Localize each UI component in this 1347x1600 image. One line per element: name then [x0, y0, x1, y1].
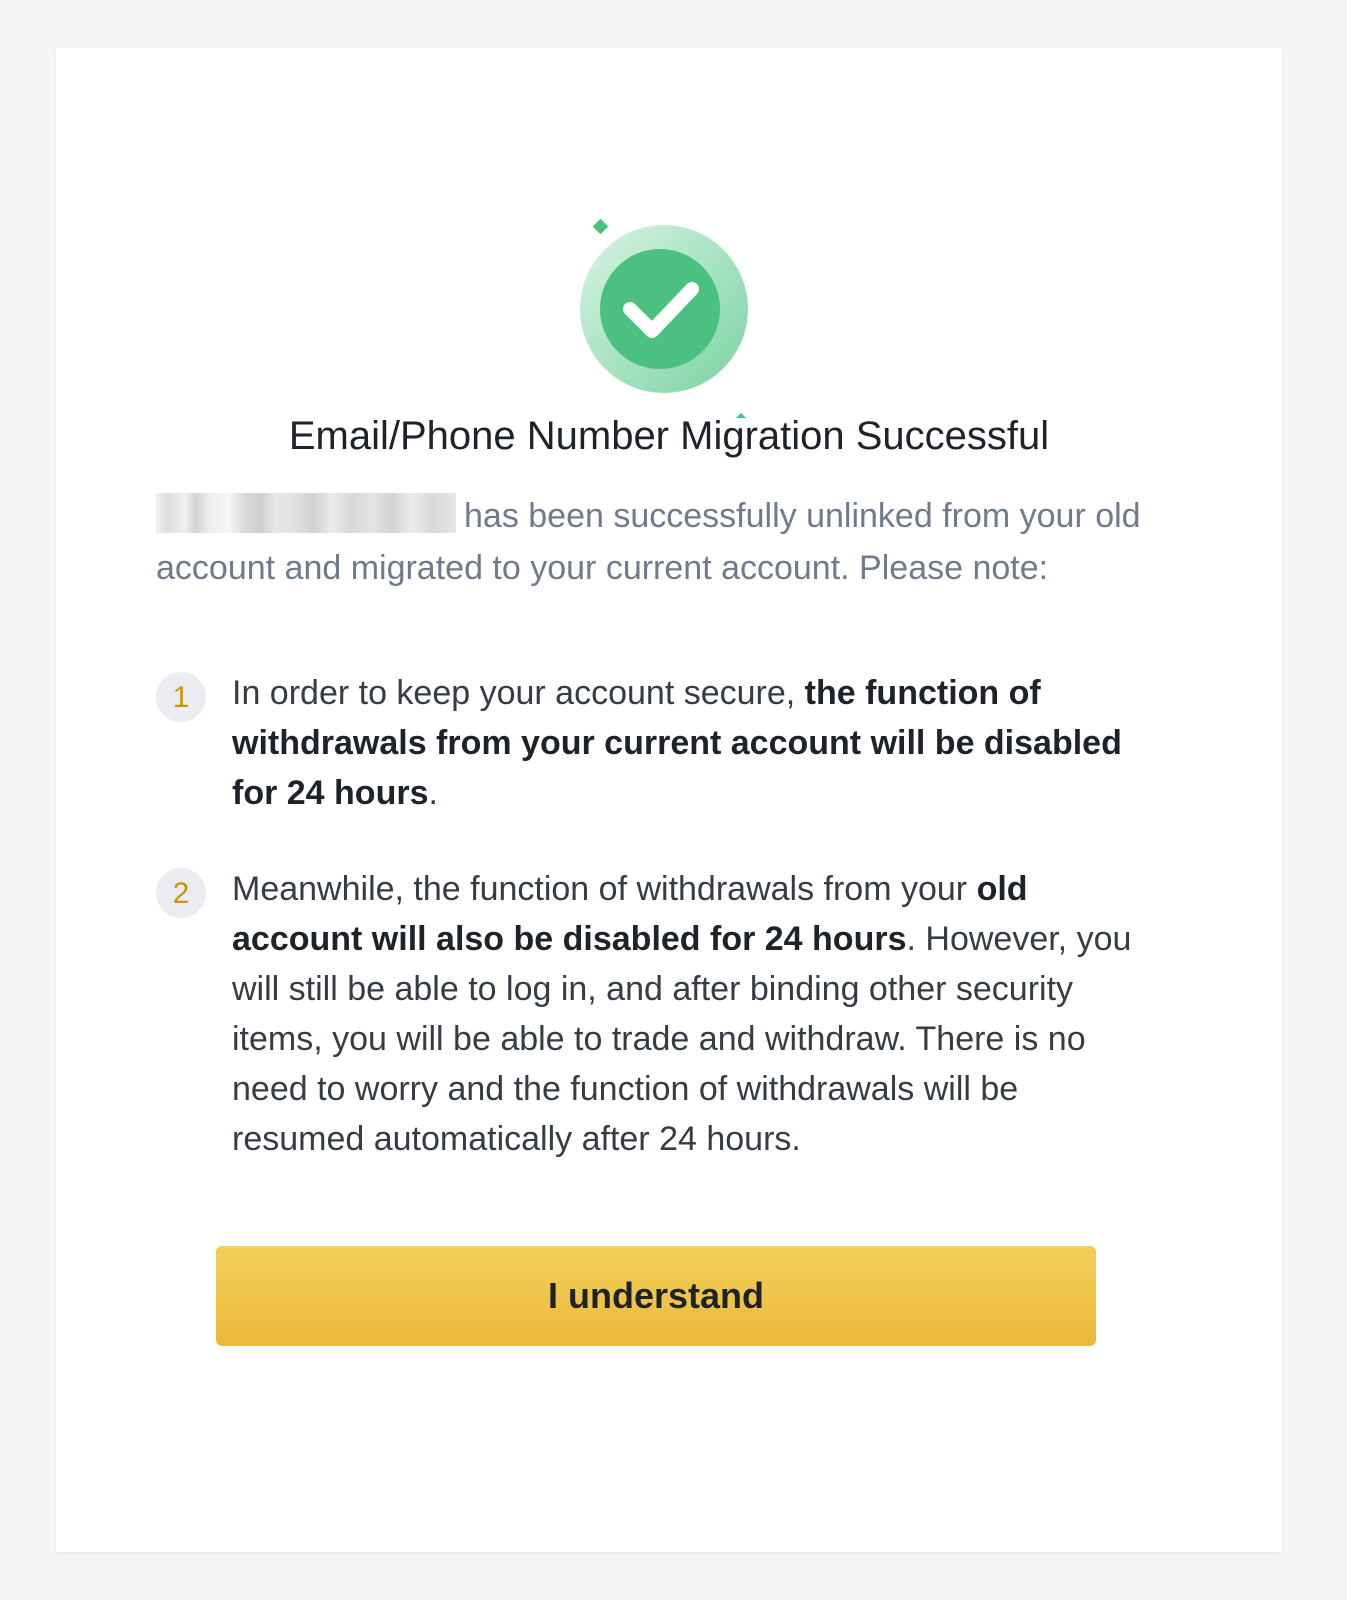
dialog-subtitle: has been successfully unlinked from your…	[156, 490, 1196, 594]
success-check-icon	[556, 158, 799, 428]
note-number-badge: 2	[156, 868, 206, 918]
migration-success-dialog: Email/Phone Number Migration Successful …	[56, 48, 1282, 1552]
note-text-plain: Meanwhile, the function of withdrawals f…	[232, 870, 977, 908]
note-text-plain: .	[428, 774, 438, 812]
dialog-title: Email/Phone Number Migration Successful	[288, 414, 1050, 458]
note-item-2: 2 Meanwhile, the function of withdrawals…	[156, 864, 1156, 1184]
note-text-plain: In order to keep your account secure,	[232, 674, 805, 712]
i-understand-button[interactable]: I understand	[216, 1246, 1096, 1346]
redacted-contact	[156, 493, 456, 533]
note-number-badge: 1	[156, 672, 206, 722]
note-text: Meanwhile, the function of withdrawals f…	[232, 864, 1152, 1164]
note-text: In order to keep your account secure, th…	[232, 668, 1152, 818]
note-item-1: 1 In order to keep your account secure, …	[156, 668, 1156, 828]
